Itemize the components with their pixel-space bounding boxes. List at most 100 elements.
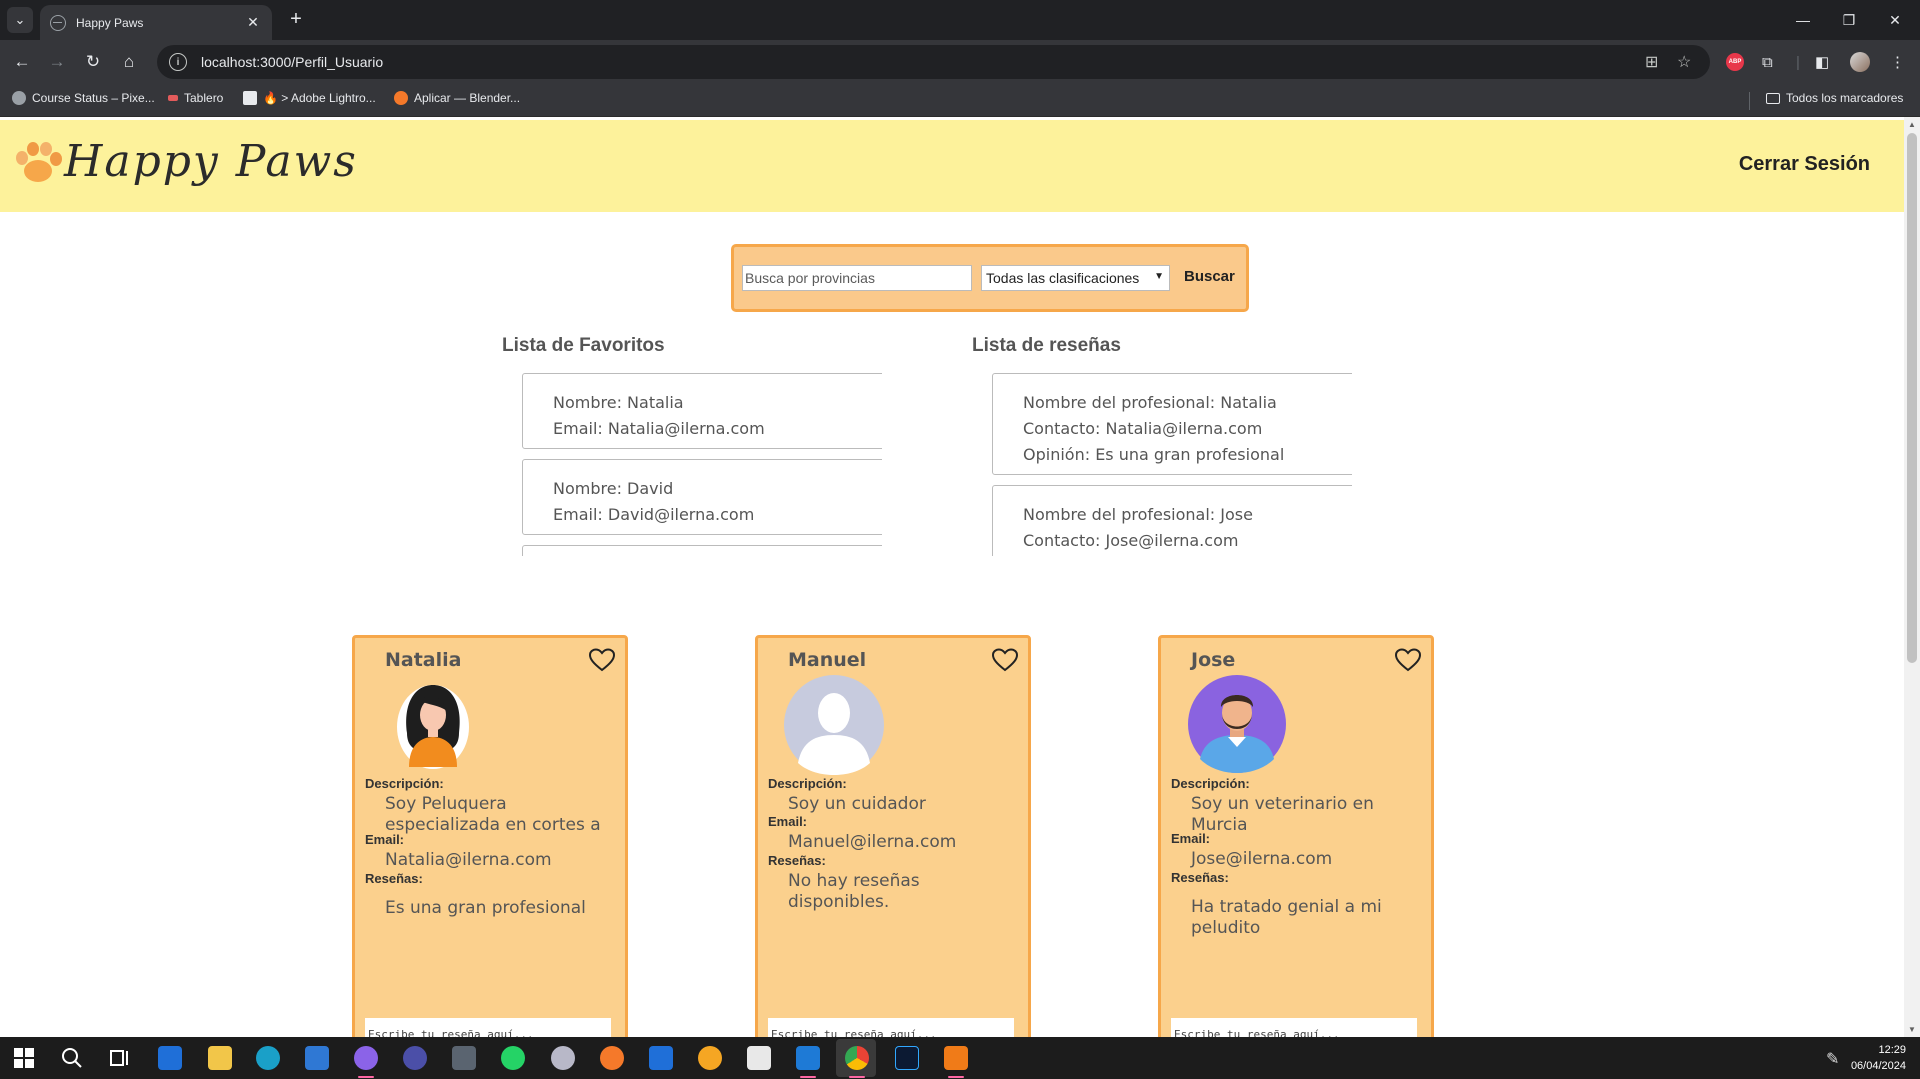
blender-icon [394,91,408,105]
search-button[interactable]: Buscar [1184,268,1235,285]
review-contact: Contacto: Natalia@ilerna.com [1023,419,1263,438]
avatar [1188,675,1286,773]
professional-name: Natalia [385,649,462,671]
bookmark-item[interactable]: Aplicar — Blender... [394,91,520,105]
pen-icon[interactable]: ✎ [1826,1049,1839,1069]
vpn-icon[interactable] [698,1046,722,1070]
tab-search-icon[interactable]: ⌄ [7,7,33,33]
bookmark-favicon-icon [12,91,26,105]
mail-icon[interactable] [305,1046,329,1070]
favorite-card[interactable]: Nombre: Natalia Email: Natalia@ilerna.co… [522,373,882,449]
eclipse-icon[interactable] [403,1046,427,1070]
professional-card: Manuel Descripción: Soy un cuidador Emai… [755,635,1031,1037]
close-window-icon[interactable]: ✕ [1872,0,1918,40]
review-card[interactable]: Nombre del profesional: Jose Contacto: J… [992,485,1352,556]
province-search-input[interactable] [742,265,972,291]
favorite-card[interactable]: Nombre: David Email: David@ilerna.com [522,459,882,535]
bookmark-item[interactable]: Course Status – Pixe... [12,91,155,105]
windows-taskbar: ✎ 12:29 06/04/2024 [0,1037,1920,1079]
site-logo-text[interactable]: Happy Paws [64,136,358,187]
xampp-icon[interactable] [944,1046,968,1070]
email-label: Email: [365,832,405,847]
review-input[interactable] [365,1018,611,1037]
bookmark-label: Course Status – Pixe... [32,91,155,105]
chrome-icon[interactable] [845,1046,869,1070]
browser-tabbar: ⌄ Happy Paws ✕ + — ❐ ✕ [0,0,1920,40]
active-app-indicator [358,1076,374,1078]
reload-icon[interactable]: ↻ [77,46,109,78]
bookmark-label: Tablero [184,91,224,105]
classification-select-value: Todas las clasificaciones [986,270,1140,286]
review-input[interactable] [768,1018,1014,1037]
document-icon[interactable] [747,1046,771,1070]
site-info-icon[interactable]: i [169,53,187,71]
reviews-label: Reseñas: [365,871,423,886]
new-tab-icon[interactable]: + [283,7,309,33]
file-explorer-icon[interactable] [208,1046,232,1070]
browser-tab[interactable]: Happy Paws ✕ [40,5,272,40]
bookmark-item[interactable]: 🔥 > Adobe Lightro... [243,91,376,105]
review-card[interactable]: Nombre del profesional: Natalia Contacto… [992,373,1352,475]
address-bar[interactable]: i localhost:3000/Perfil_Usuario ⊞ ☆ [157,45,1710,79]
photoshop-icon[interactable] [895,1046,919,1070]
extensions-icon[interactable]: ⧉ [1762,50,1773,74]
minimize-icon[interactable]: — [1780,0,1826,40]
menu-icon[interactable]: ⋮ [1890,50,1905,74]
reviews-list[interactable]: Nombre del profesional: Natalia Contacto… [972,373,1352,556]
app-icon[interactable] [551,1046,575,1070]
edge-icon[interactable] [256,1046,280,1070]
vscode-icon[interactable] [796,1046,820,1070]
avatar [784,675,884,775]
bookmark-label: Aplicar — Blender... [414,91,521,105]
clock-time: 12:29 [1878,1044,1906,1056]
system-clock[interactable]: 12:29 06/04/2024 [1851,1042,1906,1074]
logout-button[interactable]: Cerrar Sesión [1739,153,1870,176]
favorite-name: Nombre: Natalia [553,393,684,412]
scrollbar-thumb[interactable] [1907,133,1917,663]
forward-icon[interactable]: → [41,46,73,78]
favorite-card[interactable] [522,545,882,556]
bookmark-favicon-icon [168,95,178,101]
description-label: Descripción: [1171,776,1250,791]
heart-icon[interactable] [992,648,1018,672]
heart-icon[interactable] [589,648,615,672]
whatsapp-icon[interactable] [501,1046,525,1070]
reviews-label: Reseñas: [1171,870,1229,885]
paw-logo-icon [16,142,62,182]
calculator-icon[interactable] [452,1046,476,1070]
review-input[interactable] [1171,1018,1417,1037]
scroll-down-icon[interactable]: ▼ [1908,1025,1916,1034]
store-icon[interactable] [158,1046,182,1070]
home-icon[interactable]: ⌂ [113,46,145,78]
bookmark-star-icon[interactable]: ☆ [1677,52,1691,72]
professional-card: Natalia Descripción: Soy Peluquera espec… [352,635,628,1037]
discord-icon[interactable] [354,1046,378,1070]
windows-start-icon[interactable] [12,1046,36,1070]
favorite-email: Email: David@ilerna.com [553,505,755,524]
back-icon[interactable]: ← [6,46,38,78]
description-label: Descripción: [365,776,444,791]
heart-icon[interactable] [1395,648,1421,672]
scroll-up-icon[interactable]: ▲ [1908,120,1916,129]
favorites-list[interactable]: Nombre: Natalia Email: Natalia@ilerna.co… [502,373,882,556]
restore-icon[interactable]: ❐ [1826,0,1872,40]
professional-review: Es una gran profesional [385,898,586,918]
side-panel-icon[interactable]: ◧ [1815,50,1829,74]
translate-icon[interactable]: ⊞ [1645,52,1658,72]
bookmark-divider [1749,92,1750,110]
page-scrollbar[interactable]: ▲ ▼ [1904,117,1920,1037]
profile-avatar[interactable] [1850,50,1870,74]
url-text: localhost:3000/Perfil_Usuario [201,54,384,70]
task-view-icon[interactable] [108,1046,132,1070]
calendar-icon[interactable] [649,1046,673,1070]
favorite-name: Nombre: David [553,479,674,498]
bookmark-item[interactable]: Tablero [168,91,223,105]
blender-icon[interactable] [600,1046,624,1070]
close-tab-icon[interactable]: ✕ [244,14,262,31]
all-bookmarks-button[interactable]: Todos los marcadores [1766,91,1903,105]
classification-select[interactable]: Todas las clasificaciones ▼ [981,265,1170,291]
review-professional: Nombre del profesional: Jose [1023,505,1253,524]
adblock-icon[interactable]: ABP [1726,50,1744,74]
review-contact: Contacto: Jose@ilerna.com [1023,531,1239,550]
search-icon[interactable] [60,1046,84,1070]
